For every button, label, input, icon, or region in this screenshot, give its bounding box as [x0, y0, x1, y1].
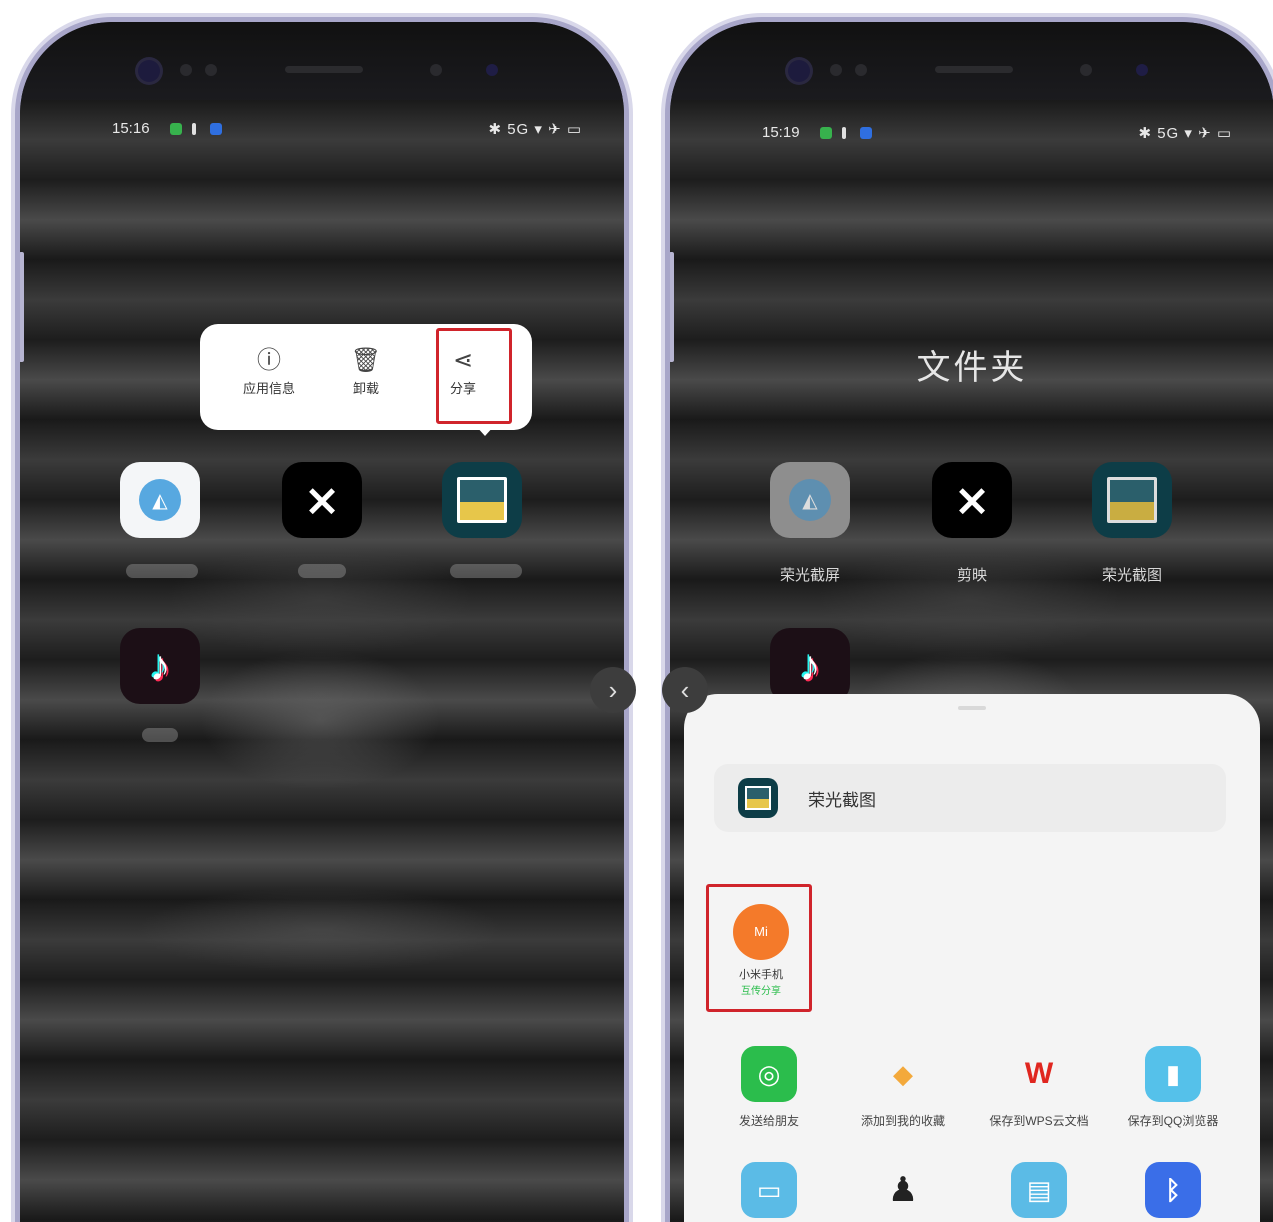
front-camera-icon	[138, 60, 160, 82]
volume-button	[20, 252, 24, 362]
top-bezel	[20, 22, 624, 102]
context-item-label: 应用信息	[242, 381, 295, 396]
share-target-label: 发送给朋友	[738, 1114, 799, 1128]
wechat-icon: ◎	[741, 1046, 797, 1102]
share-target-label: 添加到我的收藏	[860, 1114, 945, 1128]
info-icon: ⓘ	[257, 347, 281, 374]
sensor-icon	[205, 64, 217, 76]
folder-title: 文件夹	[916, 349, 1028, 387]
tiktok-icon: ♪	[799, 642, 821, 689]
tiktok-icon: ♪	[149, 642, 171, 689]
sensor-icon	[1080, 64, 1092, 76]
sensor-icon	[180, 64, 192, 76]
volume-button	[670, 252, 674, 362]
share-target-bluetooth[interactable]: ᛒ	[1108, 1162, 1238, 1222]
screenshot-icon	[1107, 477, 1157, 523]
sensor-icon	[1136, 64, 1148, 76]
share-target-label: 保存到QQ浏览器	[1127, 1114, 1219, 1128]
share-sheet: 荣光截图 Mi 小米手机 互传分享 ◎ 发送给朋友 ◆ 添加到我的收藏 W 保存…	[684, 694, 1260, 1222]
sheet-grabber[interactable]	[958, 706, 986, 710]
context-item-uninstall[interactable]: 🗑 卸载	[321, 344, 411, 397]
app-label: 剪映	[956, 567, 987, 584]
home-screen-wallpaper	[20, 100, 624, 1222]
app-label-blurred	[298, 564, 346, 578]
wps-icon: W	[1024, 1057, 1054, 1090]
trash-icon: 🗑	[350, 347, 382, 374]
app-icon-tiktok[interactable]: ♪	[120, 628, 200, 704]
app-icon-capcut[interactable]: ⨯	[932, 462, 1012, 538]
status-indicators: ✱ 5G ▾ ✈ ▭	[1138, 125, 1232, 142]
notification-icon	[842, 127, 846, 139]
capcut-icon: ⨯	[303, 475, 341, 525]
share-source-card: 荣光截图	[714, 764, 1226, 832]
app-icon-screenshot[interactable]	[1092, 462, 1172, 538]
context-item-app-info[interactable]: ⓘ 应用信息	[224, 344, 314, 397]
earpiece-speaker	[285, 66, 363, 73]
earpiece-speaker	[935, 66, 1013, 73]
app-label-blurred	[142, 728, 178, 742]
app-icon-tiktok[interactable]: ♪	[770, 628, 850, 704]
capcut-icon: ⨯	[953, 475, 991, 525]
screenshot-icon	[457, 477, 507, 523]
app-icon-screen-recorder[interactable]: ◭	[770, 462, 850, 538]
recorder-icon: ◭	[789, 479, 831, 521]
phone-left: 15:16 ✱ 5G ▾ ✈ ▭ ⓘ 应用信息 🗑 卸载 ⋖ 分享 ◭ ⨯ ♪	[20, 22, 624, 1222]
front-camera-icon	[788, 60, 810, 82]
screen-icon: ▭	[741, 1162, 797, 1218]
context-item-label: 卸载	[352, 381, 379, 396]
status-indicators: ✱ 5G ▾ ✈ ▭	[488, 121, 582, 138]
share-target-favorites[interactable]: ◆ 添加到我的收藏	[838, 1046, 968, 1129]
share-highlight-box	[436, 328, 512, 424]
status-time: 15:16	[112, 120, 150, 137]
folder-icon: ▤	[1011, 1162, 1067, 1218]
context-menu-pointer	[476, 426, 494, 436]
notification-icon	[210, 123, 222, 135]
screenshot-icon	[738, 778, 778, 818]
next-arrow-icon[interactable]: ›	[590, 667, 636, 713]
app-icon-capcut[interactable]: ⨯	[282, 462, 362, 538]
bookmark-icon: ▮	[1145, 1046, 1201, 1102]
sensor-icon	[430, 64, 442, 76]
status-bar: 15:19 ✱ 5G ▾ ✈ ▭	[670, 122, 1273, 146]
box-icon: ◆	[893, 1058, 913, 1089]
top-bezel	[670, 22, 1273, 102]
app-label-blurred	[126, 564, 198, 578]
prev-arrow-icon[interactable]: ‹	[662, 667, 708, 713]
recorder-icon: ◭	[139, 479, 181, 521]
share-target-screen[interactable]: ▭	[704, 1162, 834, 1222]
qq-icon: ♟	[887, 1171, 919, 1209]
phone-right: 15:19 ✱ 5G ▾ ✈ ▭ 文件夹 ◭ ⨯ 荣光截屏 剪映 荣光截图 ♪ …	[670, 22, 1273, 1222]
app-label: 荣光截屏	[779, 567, 840, 584]
app-icon-screen-recorder[interactable]: ◭	[120, 462, 200, 538]
share-target-files[interactable]: ▤	[974, 1162, 1104, 1222]
notification-icon	[820, 127, 832, 139]
share-target-qq-browser[interactable]: ▮ 保存到QQ浏览器	[1108, 1046, 1238, 1129]
app-icon-screenshot[interactable]	[442, 462, 522, 538]
notification-icon	[192, 123, 196, 135]
status-time: 15:19	[762, 124, 800, 141]
share-target-qq[interactable]: ♟	[838, 1162, 968, 1222]
mi-transfer-highlight-box	[706, 884, 812, 1012]
app-label: 荣光截图	[1101, 567, 1162, 584]
share-source-label: 荣光截图	[808, 791, 876, 810]
share-target-label: 保存到WPS云文档	[989, 1114, 1089, 1128]
app-label-blurred	[450, 564, 522, 578]
sensor-icon	[830, 64, 842, 76]
share-target-wechat[interactable]: ◎ 发送给朋友	[704, 1046, 834, 1129]
bluetooth-icon: ᛒ	[1145, 1162, 1201, 1218]
notification-icon	[170, 123, 182, 135]
sensor-icon	[486, 64, 498, 76]
share-target-wps[interactable]: W 保存到WPS云文档	[974, 1046, 1104, 1129]
sensor-icon	[855, 64, 867, 76]
notification-icon	[860, 127, 872, 139]
status-bar: 15:16 ✱ 5G ▾ ✈ ▭	[20, 118, 624, 142]
